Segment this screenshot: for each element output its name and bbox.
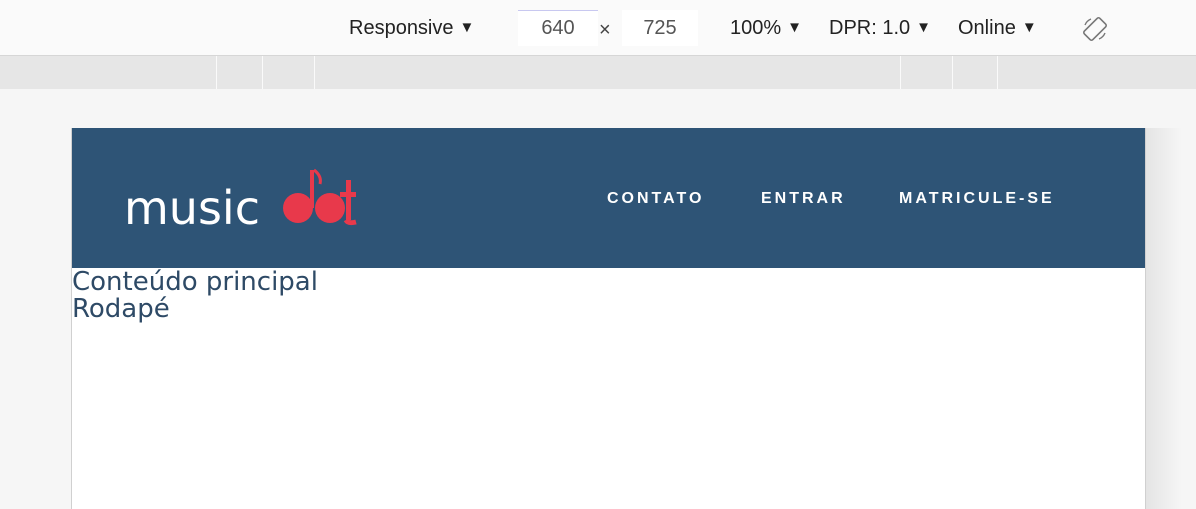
footer-text: Rodapé [72, 294, 170, 324]
dpr-selector[interactable]: DPR: 1.0 ▼ [829, 17, 931, 40]
chevron-down-icon: ▼ [459, 19, 475, 36]
frame-shadow [1146, 128, 1182, 509]
rotate-icon[interactable] [1081, 15, 1109, 43]
media-query-divider [952, 56, 953, 89]
nav-matricule-se[interactable]: MATRICULE-SE [899, 190, 1055, 208]
site-header: music CONTATO ENTRAR MATRICULE-SE [72, 128, 1145, 268]
media-query-divider [262, 56, 263, 89]
media-query-divider [314, 56, 315, 89]
chevron-down-icon: ▼ [1021, 19, 1037, 36]
media-query-bar[interactable] [0, 56, 1196, 89]
media-query-divider [900, 56, 901, 89]
zoom-selector[interactable]: 100% ▼ [730, 17, 802, 40]
chevron-down-icon: ▼ [916, 19, 932, 36]
media-query-divider [216, 56, 217, 89]
network-label: Online [958, 17, 1016, 39]
main-content-text: Conteúdo principal [72, 267, 318, 297]
device-toolbar: Responsive ▼ × 100% ▼ DPR: 1.0 ▼ Online ▼ [0, 0, 1196, 56]
musicdot-logo[interactable]: music [124, 166, 364, 230]
zoom-label: 100% [730, 17, 782, 39]
height-input[interactable] [622, 10, 698, 46]
nav-contato[interactable]: CONTATO [607, 190, 704, 208]
emulated-viewport: music CONTATO ENTRAR MATRICULE-SE Conteú… [71, 128, 1146, 509]
chevron-down-icon: ▼ [787, 19, 803, 36]
width-input[interactable] [518, 10, 598, 46]
logo-music-text: music [124, 181, 260, 230]
media-query-divider [997, 56, 998, 89]
nav-entrar[interactable]: ENTRAR [761, 190, 846, 208]
device-selector[interactable]: Responsive ▼ [349, 17, 474, 40]
dpr-label: DPR: 1.0 [829, 17, 911, 39]
dimension-separator: × [599, 19, 611, 41]
network-selector[interactable]: Online ▼ [958, 17, 1037, 40]
device-selector-label: Responsive [349, 17, 454, 39]
